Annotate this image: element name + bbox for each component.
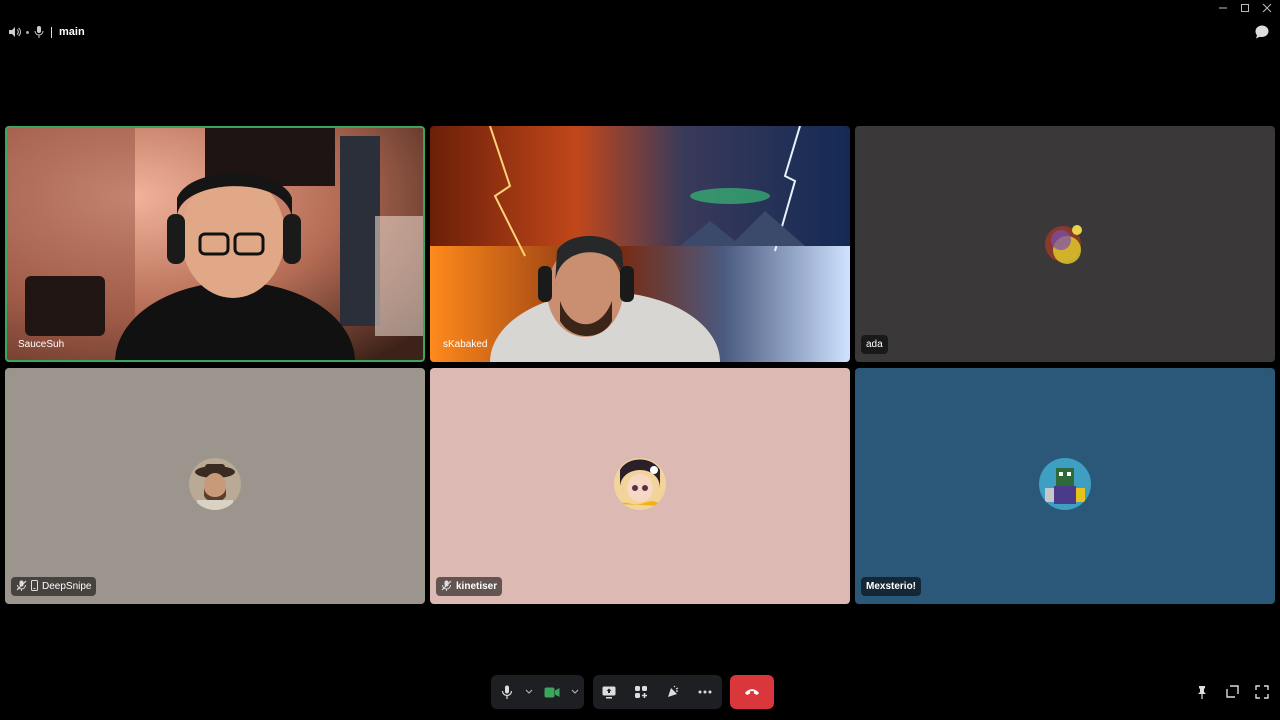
more-icon[interactable] bbox=[689, 675, 721, 709]
participant-tile-ada[interactable]: ada bbox=[855, 126, 1275, 362]
avatar bbox=[1039, 216, 1091, 268]
voice-user-icon bbox=[34, 26, 44, 38]
divider bbox=[51, 26, 52, 38]
microphone-icon[interactable] bbox=[491, 675, 523, 709]
hang-up-icon[interactable] bbox=[730, 675, 774, 709]
minimize-icon[interactable] bbox=[1216, 2, 1230, 14]
call-controls bbox=[0, 675, 1280, 709]
participant-name: Mexsterio! bbox=[866, 581, 917, 592]
chevron-down-icon[interactable] bbox=[569, 675, 581, 709]
channel-name[interactable]: main bbox=[59, 26, 85, 38]
maximize-icon[interactable] bbox=[1238, 2, 1252, 14]
participant-tile-deepsnipe[interactable]: DeepSnipe bbox=[5, 368, 425, 604]
pin-icon[interactable] bbox=[1194, 684, 1210, 700]
participant-nameplate: kinetiser bbox=[436, 577, 503, 596]
participant-name: DeepSnipe bbox=[42, 581, 92, 592]
view-tools bbox=[1194, 684, 1270, 700]
actions-group bbox=[593, 675, 722, 709]
audio-video-group bbox=[491, 675, 584, 709]
participant-tile-saucesuh[interactable]: SauceSuh bbox=[5, 126, 425, 362]
participant-tile-kinetiser[interactable]: kinetiser bbox=[430, 368, 850, 604]
video-camera-icon[interactable] bbox=[535, 675, 569, 709]
participant-nameplate: sKabaked bbox=[438, 335, 492, 354]
muted-mic-icon bbox=[441, 580, 452, 594]
speaker-icon[interactable] bbox=[8, 26, 21, 38]
participant-name: sKabaked bbox=[443, 339, 488, 350]
avatar bbox=[1039, 458, 1091, 510]
participant-nameplate: ada bbox=[861, 335, 888, 354]
speaking-indicator bbox=[5, 126, 425, 362]
mobile-phone-icon bbox=[31, 579, 38, 594]
chat-bubble-icon[interactable] bbox=[1254, 24, 1270, 40]
window-controls bbox=[1216, 2, 1274, 14]
soundboard-icon[interactable] bbox=[657, 675, 689, 709]
channel-info: main bbox=[8, 24, 85, 40]
activities-icon[interactable] bbox=[625, 675, 657, 709]
fullscreen-icon[interactable] bbox=[1254, 684, 1270, 700]
screen-share-icon[interactable] bbox=[593, 675, 625, 709]
participant-name: kinetiser bbox=[456, 581, 498, 592]
avatar bbox=[614, 458, 666, 510]
close-icon[interactable] bbox=[1260, 2, 1274, 14]
dot-icon bbox=[25, 30, 30, 35]
chevron-down-icon[interactable] bbox=[523, 675, 535, 709]
title-bar: main bbox=[0, 0, 1280, 60]
participant-video bbox=[430, 126, 850, 362]
pop-out-icon[interactable] bbox=[1224, 684, 1240, 700]
participant-nameplate: Mexsterio! bbox=[861, 577, 922, 596]
participant-tile-mexsterio[interactable]: Mexsterio! bbox=[855, 368, 1275, 604]
participant-name: ada bbox=[866, 339, 883, 350]
muted-mic-icon bbox=[16, 580, 27, 594]
avatar bbox=[189, 458, 241, 510]
participant-nameplate: DeepSnipe bbox=[11, 577, 97, 596]
participant-tile-skabaked[interactable]: sKabaked bbox=[430, 126, 850, 362]
